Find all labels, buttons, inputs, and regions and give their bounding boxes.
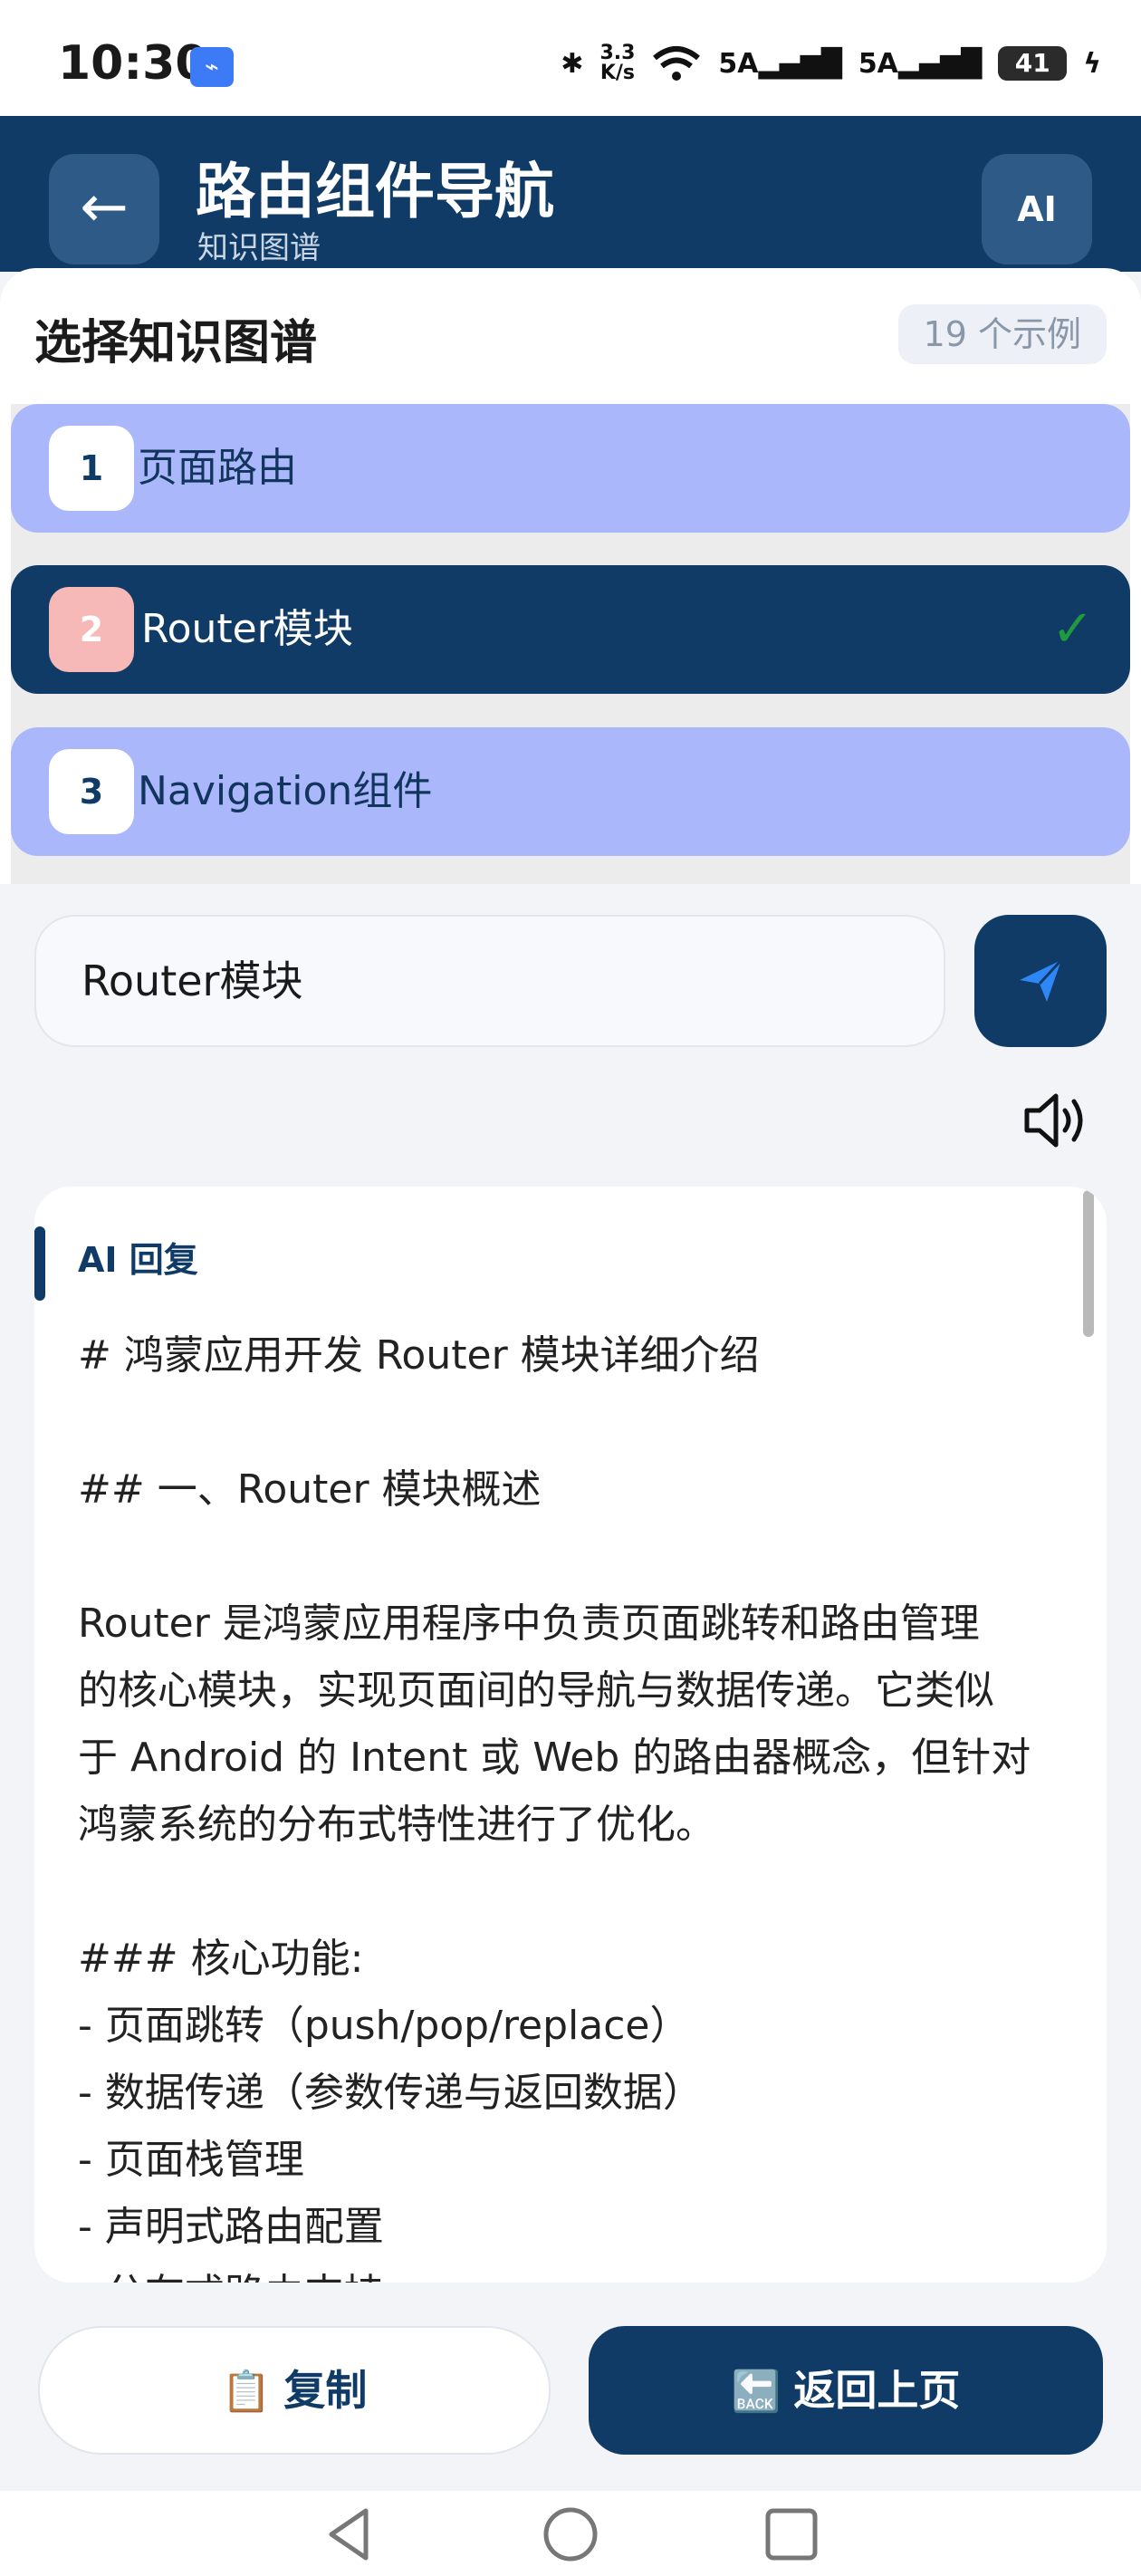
app-header: ← 路由组件导航 知识图谱 AI xyxy=(0,116,1141,272)
reply-line: ## 一、Router 模块概述 xyxy=(78,1466,542,1513)
reply-line: - 页面栈管理 xyxy=(78,2137,304,2183)
ai-button[interactable]: AI xyxy=(982,154,1092,264)
reply-text: # 鸿蒙应用开发 Router 模块详细介绍 ## 一、Router 模块概述 … xyxy=(78,1322,1074,2283)
list-item[interactable]: 1 页面路由 xyxy=(11,404,1130,533)
graph-selector-panel: 选择知识图谱 19 个示例 1 页面路由 2 Router模块 ✓ 3 Navi… xyxy=(0,268,1141,884)
example-count-badge: 19 个示例 xyxy=(897,304,1107,364)
network-speed: 3.3 K/s xyxy=(599,42,636,84)
reply-line xyxy=(78,1523,1074,1591)
back-page-label: 返回上页 xyxy=(793,2366,961,2415)
check-icon: ✓ xyxy=(1051,600,1094,658)
copy-button[interactable]: 📋 复制 xyxy=(38,2326,551,2455)
selector-title: 选择知识图谱 xyxy=(34,316,318,370)
back-arrow-icon: 🔙 xyxy=(731,2369,781,2415)
item-number-badge: 3 xyxy=(49,749,134,834)
item-label: Router模块 xyxy=(141,606,353,652)
status-bar: 10:30 ⌁ ✱ 3.3 K/s 5A▂▄▆█ 5A▂▄▆█ 41 ϟ xyxy=(0,0,1141,116)
wifi-icon xyxy=(653,46,701,81)
reply-line: 鸿蒙系统的分布式特性进行了优化。 xyxy=(78,1802,715,1848)
reply-line: - 页面跳转（push/pop/replace） xyxy=(78,2003,690,2049)
clipboard-icon: 📋 xyxy=(221,2369,272,2415)
list-item[interactable]: 3 Navigation组件 xyxy=(11,727,1130,856)
battery-icon: 41 xyxy=(998,46,1068,81)
reply-line: Router 是鸿蒙应用程序中负责页面跳转和路由管理 xyxy=(78,1600,980,1647)
status-icons: ✱ 3.3 K/s 5A▂▄▆█ 5A▂▄▆█ 41 ϟ xyxy=(561,43,1101,83)
reply-line: 的核心模块，实现页面间的导航与数据传递。它类似 xyxy=(78,1668,994,1714)
item-label: Navigation组件 xyxy=(138,768,433,814)
send-button[interactable] xyxy=(974,915,1107,1047)
reply-line: - 分布式路由支持 xyxy=(78,2261,1074,2283)
reply-label: AI 回复 xyxy=(78,1240,198,1280)
query-input[interactable]: Router模块 xyxy=(34,915,945,1047)
nav-back-icon[interactable] xyxy=(321,2505,379,2563)
back-to-previous-button[interactable]: 🔙 返回上页 xyxy=(589,2326,1103,2455)
usb-icon: ⌁ xyxy=(190,47,234,87)
nav-home-icon[interactable] xyxy=(542,2505,599,2563)
reply-line: - 声明式路由配置 xyxy=(78,2204,384,2250)
scrollbar[interactable] xyxy=(1083,1190,1094,1337)
ai-reply-card[interactable]: AI 回复 # 鸿蒙应用开发 Router 模块详细介绍 ## 一、Router… xyxy=(34,1187,1107,2283)
reply-line: 于 Android 的 Intent 或 Web 的路由器概念，但针对 xyxy=(78,1735,1031,1781)
reply-line: # 鸿蒙应用开发 Router 模块详细介绍 xyxy=(78,1332,760,1379)
page-subtitle: 知识图谱 xyxy=(197,230,321,266)
copy-label: 复制 xyxy=(283,2366,368,2415)
reply-line xyxy=(78,1389,1074,1456)
reply-line: - 数据传递（参数传递与返回数据） xyxy=(78,2070,703,2116)
item-number-badge: 1 xyxy=(49,426,134,511)
reply-line: ### 核心功能: xyxy=(78,1936,364,1982)
back-button[interactable]: ← xyxy=(49,154,159,264)
item-label: 页面路由 xyxy=(138,445,297,491)
graph-list[interactable]: 1 页面路由 2 Router模块 ✓ 3 Navigation组件 xyxy=(11,404,1130,884)
reply-line xyxy=(78,1859,1074,1926)
nav-recents-icon[interactable] xyxy=(762,2505,820,2563)
list-item-selected[interactable]: 2 Router模块 ✓ xyxy=(11,565,1130,694)
system-nav-bar xyxy=(0,2491,1141,2576)
accent-bar xyxy=(34,1226,45,1301)
charging-icon: ϟ xyxy=(1083,47,1101,80)
page-title: 路由组件导航 xyxy=(196,157,554,226)
speaker-icon[interactable] xyxy=(1021,1089,1094,1152)
signal-icon-2: 5A▂▄▆█ xyxy=(858,47,983,80)
item-number-badge: 2 xyxy=(49,587,134,672)
status-time: 10:30 xyxy=(58,36,208,91)
query-input-value: Router模块 xyxy=(82,956,303,1005)
signal-icon: 5A▂▄▆█ xyxy=(718,47,842,80)
send-icon xyxy=(1020,958,1063,1002)
bluetooth-icon: ✱ xyxy=(561,47,584,80)
